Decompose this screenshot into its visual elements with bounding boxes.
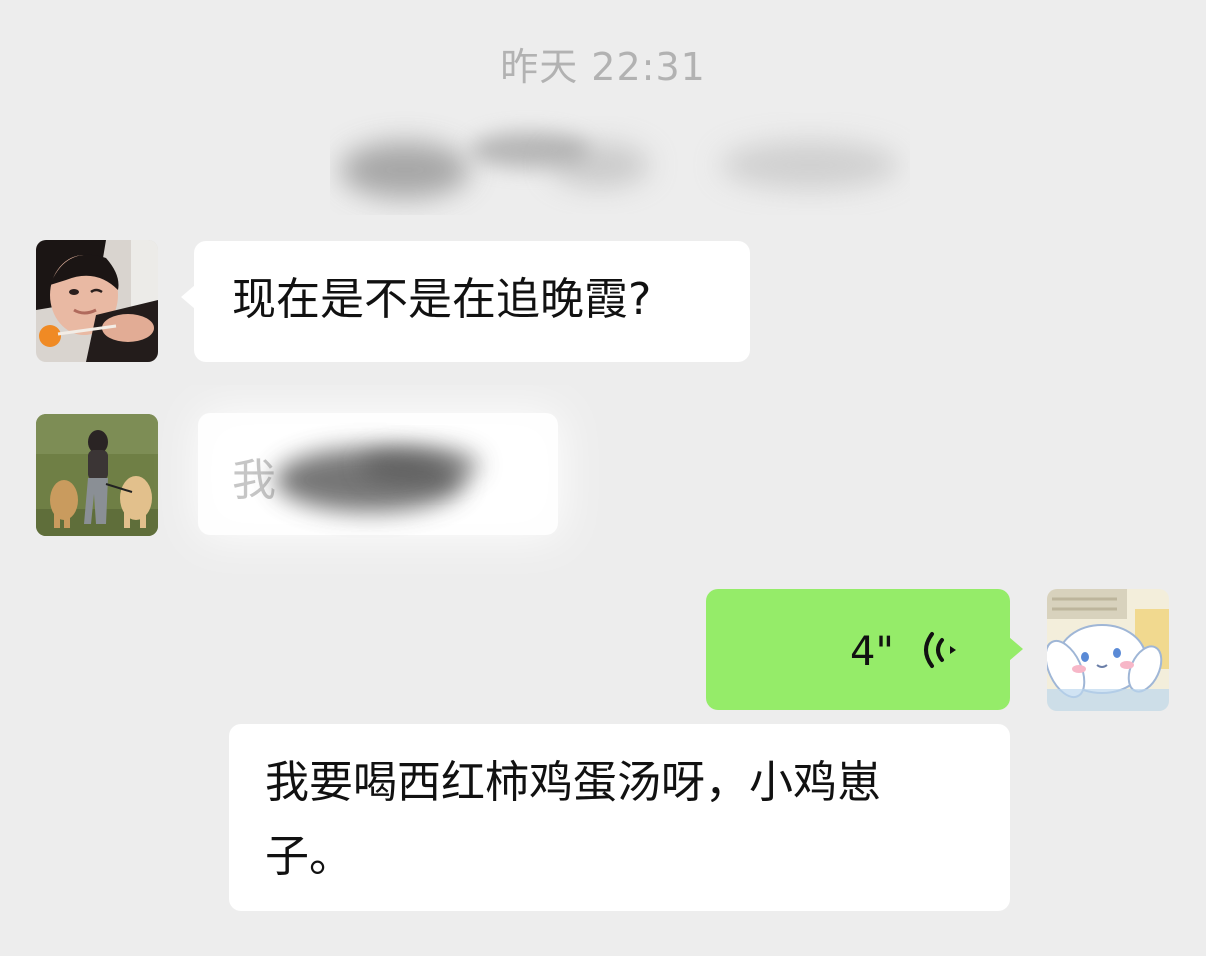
redaction-smudge: 我 [198,413,560,535]
voice-wave-icon [924,632,956,668]
redaction-smudge [340,132,900,198]
voice-message-bubble[interactable]: 4" [706,589,1023,710]
message-text: 我 [232,455,276,506]
cinnamoroll-avatar-icon [1047,589,1169,711]
redacted-system-message [330,110,910,215]
bubble-tail [181,285,195,309]
message-text: 现在是不是在追晚霞? [232,274,652,325]
bubble-tail [1009,637,1023,661]
voice-duration: 4" [850,629,894,675]
message-text: 我要喝西红柿鸡蛋汤呀，小鸡崽 子。 [265,757,881,882]
contact-avatar[interactable] [36,240,158,362]
contact-avatar[interactable] [36,414,158,536]
incoming-message-bubble[interactable]: 现在是不是在追晚霞? [181,241,750,362]
girl-lollipop-avatar-icon [36,240,158,362]
redacted-message-bubble[interactable]: 我 [150,385,650,585]
girl-walking-dogs-avatar-icon [36,414,158,536]
message-timestamp: 昨天 22:31 [500,45,706,89]
my-avatar[interactable] [1047,589,1169,711]
outgoing-message-bubble[interactable]: 我要喝西红柿鸡蛋汤呀，小鸡崽 子。 [229,724,1010,911]
